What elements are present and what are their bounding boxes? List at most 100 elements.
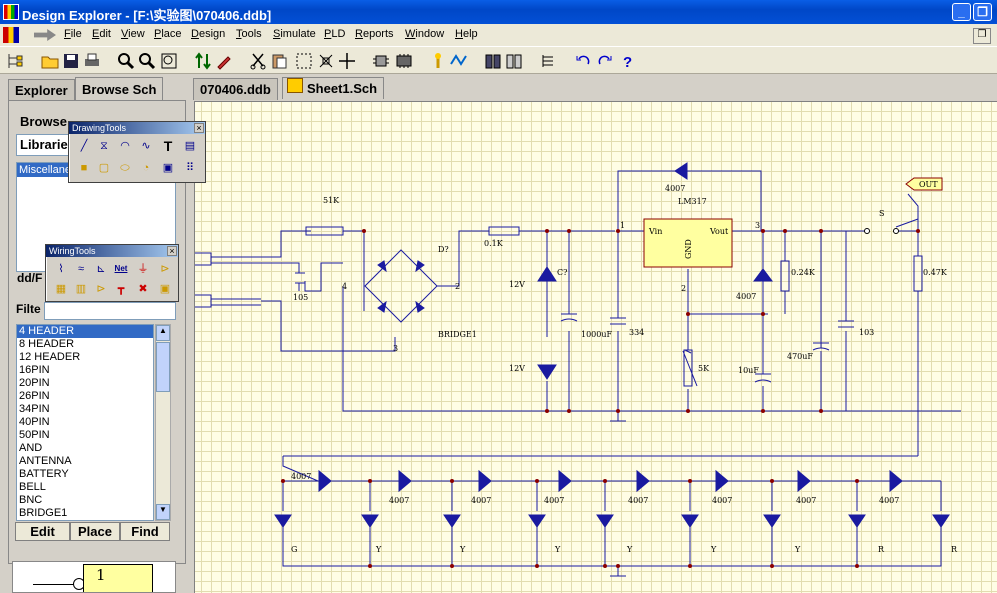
sheet-entry-tool-icon[interactable]: ⊳	[92, 281, 110, 297]
list-item[interactable]: BNC	[17, 494, 153, 507]
zoom-out-icon[interactable]	[138, 52, 156, 70]
close-icon[interactable]: ×	[194, 123, 204, 133]
library-icon[interactable]	[395, 52, 413, 70]
list-item[interactable]: BATTERY	[17, 468, 153, 481]
rectangle-tool-icon[interactable]: ■	[75, 160, 93, 176]
list-item[interactable]: 34PIN	[17, 403, 153, 416]
no-erc-tool-icon[interactable]: ✖	[134, 281, 152, 297]
scroll-down-icon[interactable]: ▼	[156, 504, 170, 520]
select-area-icon[interactable]	[295, 52, 313, 70]
menu-tools[interactable]: Tools	[236, 28, 262, 40]
textframe-tool-icon[interactable]: ▤	[181, 138, 199, 154]
menu-edit[interactable]: Edit	[92, 28, 111, 40]
book-edit-icon[interactable]	[505, 52, 523, 70]
menu-help[interactable]: Help	[455, 28, 478, 40]
wiring-tools-palette[interactable]: WiringTools × ⌇ ≈ ⊾ Net ⏚ ⊳ ▦ ▥ ⊳ ┳ ✖ ▣	[45, 244, 179, 302]
sheet-symbol-tool-icon[interactable]: ▥	[72, 281, 90, 297]
print-icon[interactable]	[83, 52, 101, 70]
wire-tool-icon[interactable]: ⌇	[52, 261, 70, 277]
menu-place[interactable]: Place	[154, 28, 182, 40]
line-tool-icon[interactable]: ╱	[75, 138, 93, 154]
undo-icon[interactable]	[574, 52, 592, 70]
list-item[interactable]: 16PIN	[17, 364, 153, 377]
svg-text:?: ?	[623, 54, 632, 70]
save-icon[interactable]	[62, 52, 80, 70]
child-restore-button[interactable]: ❐	[973, 28, 991, 44]
open-icon[interactable]	[41, 52, 59, 70]
list-item[interactable]: ANTENNA	[17, 455, 153, 468]
edit-button[interactable]: Edit	[15, 522, 70, 541]
ellipse-tool-icon[interactable]: ⬭	[116, 160, 134, 176]
list-item[interactable]: 50PIN	[17, 429, 153, 442]
close-icon[interactable]: ×	[167, 246, 177, 256]
scroll-thumb[interactable]	[156, 342, 170, 392]
list-item[interactable]: 8 HEADER	[17, 338, 153, 351]
image-tool-icon[interactable]: ▣	[159, 160, 177, 176]
hierarchy-icon[interactable]	[6, 52, 24, 70]
net-label-tool-icon[interactable]: Net	[112, 261, 130, 277]
polygon-tool-icon[interactable]: ⧖	[95, 138, 113, 154]
paste-icon[interactable]	[270, 52, 288, 70]
restore-button[interactable]: ❐	[973, 3, 992, 21]
minimize-button[interactable]: _	[952, 3, 971, 21]
list-item[interactable]: 4 HEADER	[17, 325, 153, 338]
tab-sheet1[interactable]: Sheet1.Sch	[282, 77, 385, 99]
cut-icon[interactable]	[249, 52, 267, 70]
place-button[interactable]: Place	[70, 522, 120, 541]
bezier-tool-icon[interactable]: ∿	[137, 138, 155, 154]
list-item[interactable]: 12 HEADER	[17, 351, 153, 364]
bus-tool-icon[interactable]: ≈	[72, 261, 90, 277]
list-item[interactable]: AND	[17, 442, 153, 455]
bus-entry-tool-icon[interactable]: ⊾	[92, 261, 110, 277]
list-item[interactable]: 26PIN	[17, 390, 153, 403]
menu-design[interactable]: Design	[191, 28, 225, 40]
probe-icon[interactable]	[429, 52, 447, 70]
up-down-icon[interactable]	[194, 52, 212, 70]
waveform-icon[interactable]	[450, 52, 468, 70]
pcb-directive-tool-icon[interactable]: ▣	[156, 281, 174, 297]
text-tool-icon[interactable]: T	[159, 138, 177, 154]
list-item[interactable]: BELL	[17, 481, 153, 494]
menu-view[interactable]: View	[121, 28, 145, 40]
power-port-tool-icon[interactable]: ⏚	[134, 261, 152, 277]
list-item[interactable]: 40PIN	[17, 416, 153, 429]
component-list[interactable]: 4 HEADER 8 HEADER 12 HEADER 16PIN 20PIN …	[16, 324, 154, 521]
zoom-in-icon[interactable]	[117, 52, 135, 70]
part-tool-icon[interactable]: ▦	[52, 281, 70, 297]
doc-icon[interactable]	[3, 27, 19, 43]
menu-window[interactable]: Window	[405, 28, 444, 40]
list-scrollbar[interactable]: ▲ ▼	[155, 324, 171, 521]
array-tool-icon[interactable]: ⠿	[181, 160, 199, 176]
tab-explorer[interactable]: Explorer	[8, 79, 75, 101]
tab-ddb[interactable]: 070406.ddb	[193, 78, 278, 100]
drawing-tools-palette[interactable]: DrawingTools × ╱ ⧖ ◠ ∿ T ▤ ■ ▢ ⬭ ◔ ▣ ⠿	[68, 121, 206, 183]
filter-input[interactable]	[44, 302, 176, 320]
schematic-canvas[interactable]: 51K 105 4 2 3 BRIDGE1 D? 0.1K 12V 12V C?…	[194, 101, 997, 593]
schematic-drawing[interactable]: 51K 105 4 2 3 BRIDGE1 D? 0.1K 12V 12V C?…	[195, 102, 997, 593]
pencil-icon[interactable]	[215, 52, 233, 70]
help-icon[interactable]: ?	[618, 52, 636, 70]
junction-tool-icon[interactable]: ┳	[112, 281, 130, 297]
port-tool-icon[interactable]: ⊳	[156, 261, 174, 277]
diode-mid	[753, 268, 773, 282]
tab-browse-sch[interactable]: Browse Sch	[75, 77, 164, 100]
list-item[interactable]: 20PIN	[17, 377, 153, 390]
deselect-icon[interactable]	[317, 52, 335, 70]
component-icon[interactable]	[372, 52, 390, 70]
scroll-up-icon[interactable]: ▲	[156, 325, 170, 341]
menu-simulate[interactable]: Simulate	[273, 28, 316, 40]
list-icon[interactable]	[540, 52, 558, 70]
find-button[interactable]: Find	[120, 522, 170, 541]
arrow-icon[interactable]	[34, 29, 56, 41]
move-icon[interactable]	[338, 52, 356, 70]
menu-file[interactable]: File	[64, 28, 82, 40]
list-item[interactable]: BRIDGE1	[17, 507, 153, 520]
redo-icon[interactable]	[596, 52, 614, 70]
book-icon[interactable]	[484, 52, 502, 70]
rounded-rect-tool-icon[interactable]: ▢	[95, 160, 113, 176]
menu-pld[interactable]: PLD	[324, 28, 345, 40]
zoom-area-icon[interactable]	[160, 52, 178, 70]
arc-tool-icon[interactable]: ◠	[116, 138, 134, 154]
pie-tool-icon[interactable]: ◔	[137, 160, 155, 176]
menu-reports[interactable]: Reports	[355, 28, 394, 40]
